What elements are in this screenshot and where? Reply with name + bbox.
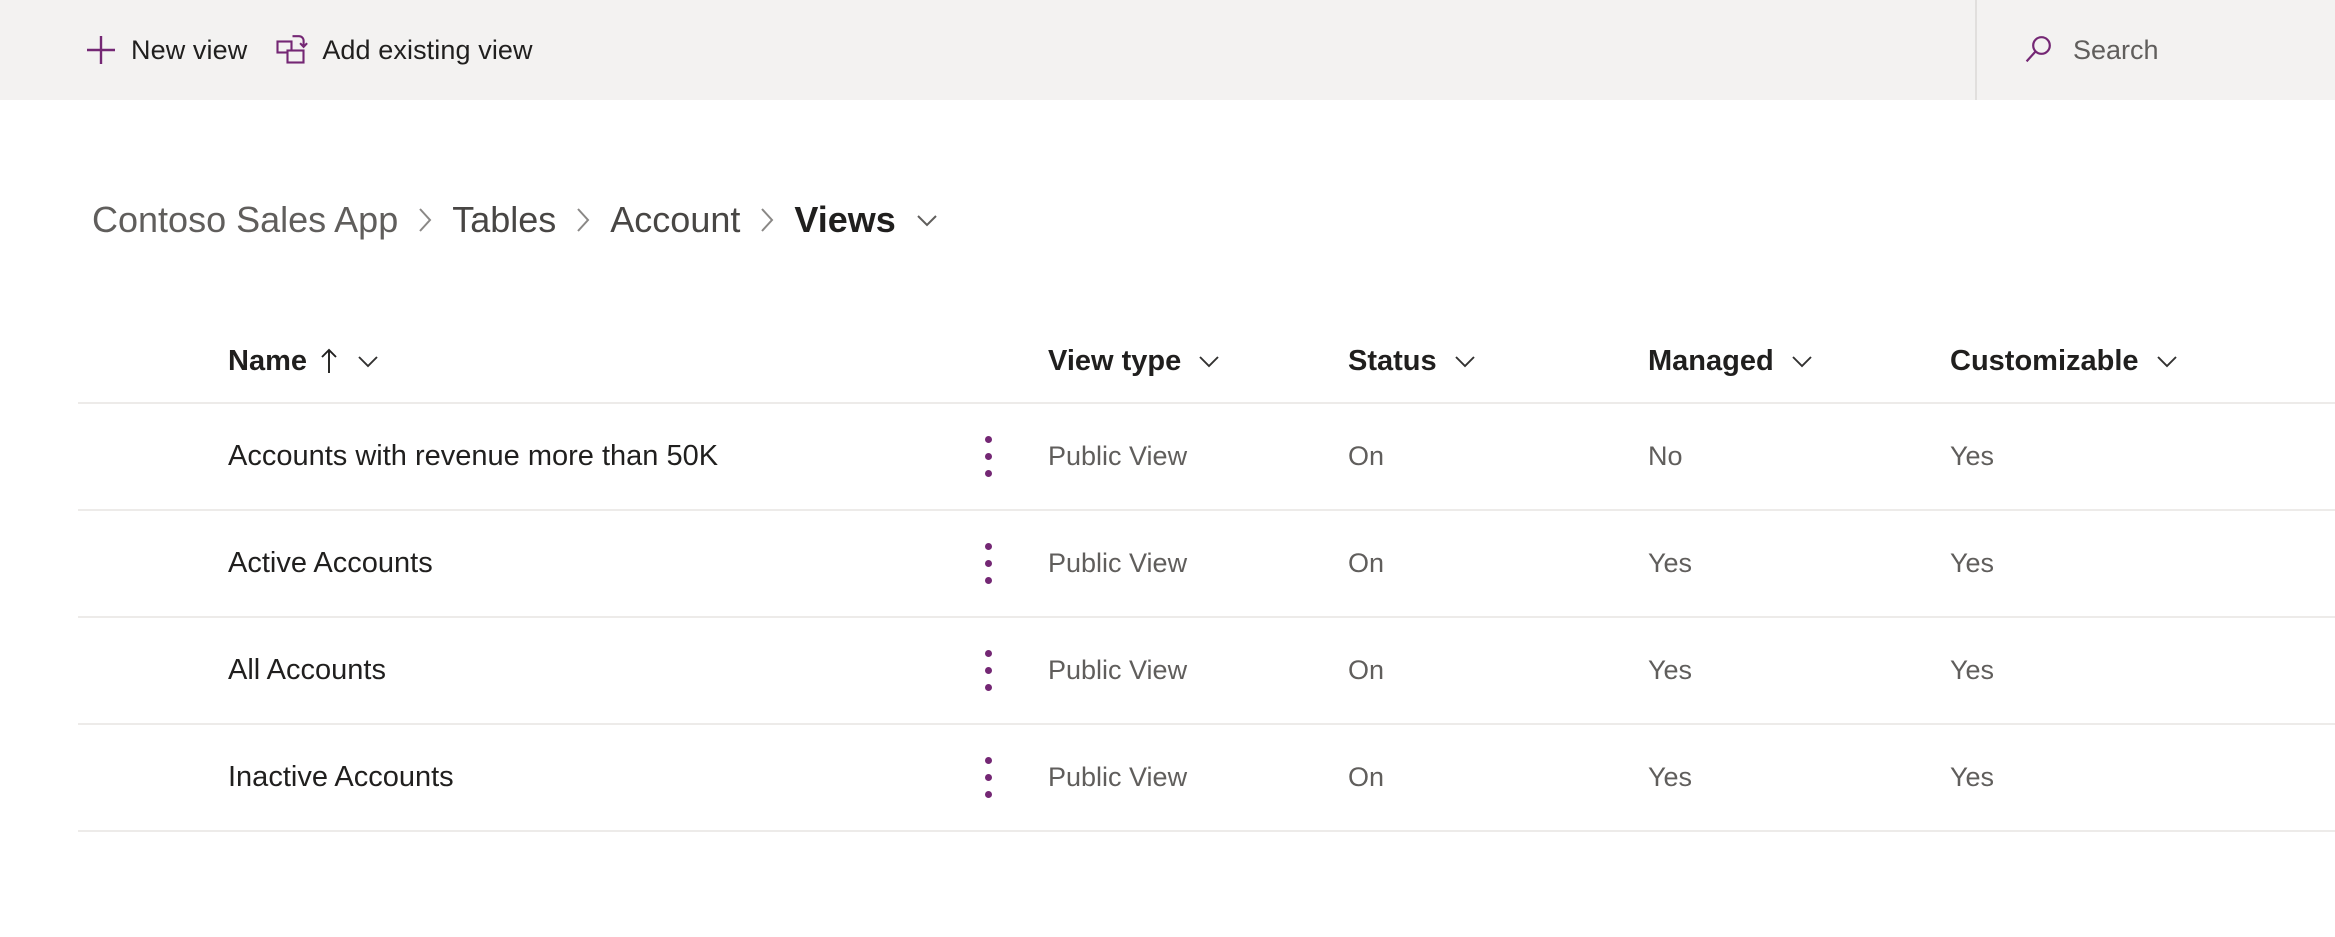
cell-customizable: Yes bbox=[1950, 441, 1995, 471]
table-row[interactable]: All Accounts Public View On Yes Yes bbox=[78, 618, 2335, 725]
column-header-name[interactable]: Name bbox=[78, 345, 958, 378]
cell-customizable: Yes bbox=[1950, 548, 1995, 578]
cell-row-menu bbox=[958, 748, 1048, 808]
more-vertical-icon[interactable] bbox=[958, 641, 1018, 701]
cell-row-menu bbox=[958, 427, 1048, 487]
arrow-up-icon bbox=[318, 346, 340, 376]
cell-name[interactable]: All Accounts bbox=[78, 654, 958, 687]
column-header-view-type[interactable]: View type bbox=[1048, 345, 1348, 378]
column-header-name-chevron-down-icon[interactable] bbox=[354, 347, 382, 375]
column-header-status-chevron-down-icon[interactable] bbox=[1451, 347, 1479, 375]
cell-name[interactable]: Inactive Accounts bbox=[78, 761, 958, 794]
cell-managed: Yes bbox=[1648, 655, 1693, 685]
command-bar-search-area bbox=[1975, 0, 2335, 100]
command-bar: New view Add existing view bbox=[0, 0, 2335, 100]
breadcrumb-item-views: Views bbox=[794, 199, 896, 240]
cell-customizable: Yes bbox=[1950, 762, 1995, 792]
cell-status: On bbox=[1348, 548, 1385, 578]
search-icon bbox=[2022, 33, 2056, 67]
column-header-view-type-label: View type bbox=[1048, 344, 1182, 377]
column-header-customizable-label: Customizable bbox=[1950, 344, 2139, 377]
column-header-view-type-chevron-down-icon[interactable] bbox=[1195, 347, 1223, 375]
add-existing-view-icon bbox=[275, 33, 309, 67]
search-box[interactable] bbox=[2022, 0, 2313, 100]
cell-customizable: Yes bbox=[1950, 655, 1995, 685]
cell-managed: Yes bbox=[1648, 548, 1693, 578]
cell-managed: Yes bbox=[1648, 762, 1693, 792]
table-row[interactable]: Inactive Accounts Public View On Yes Yes bbox=[78, 725, 2335, 832]
cell-status: On bbox=[1348, 655, 1385, 685]
cell-name[interactable]: Accounts with revenue more than 50K bbox=[78, 440, 958, 473]
column-header-customizable[interactable]: Customizable bbox=[1950, 345, 2335, 378]
cell-view-type: Public View bbox=[1048, 762, 1188, 792]
new-view-label: New view bbox=[131, 34, 248, 65]
breadcrumb-separator-icon bbox=[415, 204, 435, 236]
breadcrumb-separator-icon bbox=[757, 204, 777, 236]
cell-managed: No bbox=[1648, 441, 1683, 471]
cell-status: On bbox=[1348, 762, 1385, 792]
breadcrumb: Contoso Sales App Tables Account Views bbox=[92, 192, 942, 248]
column-header-status-label: Status bbox=[1348, 344, 1437, 377]
table-row[interactable]: Accounts with revenue more than 50K Publ… bbox=[78, 404, 2335, 511]
cell-name[interactable]: Active Accounts bbox=[78, 547, 958, 580]
more-vertical-icon[interactable] bbox=[958, 427, 1018, 487]
add-existing-view-label: Add existing view bbox=[322, 34, 533, 65]
column-header-managed[interactable]: Managed bbox=[1648, 345, 1950, 378]
command-bar-actions: New view Add existing view bbox=[0, 0, 547, 100]
cell-row-menu bbox=[958, 534, 1048, 594]
plus-icon bbox=[84, 33, 118, 67]
table-header-row: Name View type Status Managed Customizab… bbox=[78, 320, 2335, 404]
column-header-status[interactable]: Status bbox=[1348, 345, 1648, 378]
breadcrumb-item-tables[interactable]: Tables bbox=[452, 202, 556, 238]
breadcrumb-separator-icon bbox=[573, 204, 593, 236]
cell-status: On bbox=[1348, 441, 1385, 471]
cell-view-type: Public View bbox=[1048, 441, 1188, 471]
cell-view-type: Public View bbox=[1048, 548, 1188, 578]
column-header-managed-label: Managed bbox=[1648, 344, 1774, 377]
column-header-customizable-chevron-down-icon[interactable] bbox=[2153, 347, 2181, 375]
more-vertical-icon[interactable] bbox=[958, 748, 1018, 808]
breadcrumb-chevron-down-icon[interactable] bbox=[912, 205, 942, 235]
add-existing-view-button[interactable]: Add existing view bbox=[261, 0, 546, 100]
cell-row-menu bbox=[958, 641, 1048, 701]
more-vertical-icon[interactable] bbox=[958, 534, 1018, 594]
column-header-name-label: Name bbox=[228, 344, 307, 377]
views-table: Name View type Status Managed Customizab… bbox=[78, 320, 2335, 832]
table-row[interactable]: Active Accounts Public View On Yes Yes bbox=[78, 511, 2335, 618]
column-header-managed-chevron-down-icon[interactable] bbox=[1788, 347, 1816, 375]
breadcrumb-item-app[interactable]: Contoso Sales App bbox=[92, 202, 398, 238]
search-input[interactable] bbox=[2073, 34, 2313, 66]
cell-view-type: Public View bbox=[1048, 655, 1188, 685]
breadcrumb-item-account[interactable]: Account bbox=[610, 202, 740, 238]
new-view-button[interactable]: New view bbox=[70, 0, 261, 100]
